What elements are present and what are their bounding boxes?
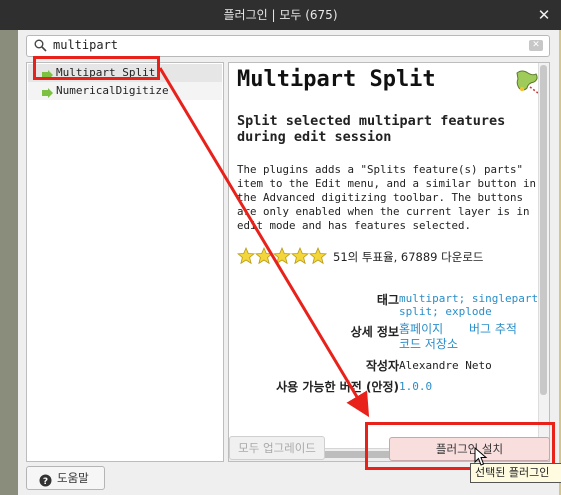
available-version-label: 사용 가능한 버전 (안정) bbox=[276, 380, 399, 394]
help-label: 도움말 bbox=[57, 471, 89, 485]
bug-tracker-link[interactable]: 버그 추적 bbox=[469, 322, 517, 337]
vertical-scroll-thumb[interactable] bbox=[540, 65, 547, 395]
plugin-label: NumericalDigitize bbox=[56, 84, 169, 97]
window-title: 플러그인 | 모두 (675) bbox=[223, 8, 338, 22]
close-icon[interactable]: ✕ bbox=[537, 0, 551, 30]
window-titlebar: 플러그인 | 모두 (675) ✕ bbox=[0, 0, 561, 30]
clear-search-icon[interactable]: ✕ bbox=[529, 40, 543, 51]
plugin-icon bbox=[42, 86, 53, 104]
vertical-scrollbar[interactable] bbox=[538, 63, 549, 449]
plugin-title: Multipart Split bbox=[237, 67, 436, 92]
help-icon: ? bbox=[39, 472, 52, 494]
upgrade-all-button[interactable]: 모두 업그레이드 bbox=[229, 436, 325, 460]
tags-value-line1[interactable]: multipart; singlepart; bbox=[399, 292, 545, 305]
code-repo-link[interactable]: 코드 저장소 bbox=[399, 337, 458, 352]
install-plugin-button[interactable]: 플러그인 설치 bbox=[389, 437, 550, 461]
search-icon bbox=[34, 39, 47, 55]
plugin-manager-window: multipart ✕ Multipart Split NumericalDig… bbox=[18, 30, 559, 495]
plugin-subtitle: Split selected multipart features during… bbox=[237, 113, 506, 145]
tags-value-line2[interactable]: split; explode bbox=[399, 305, 492, 318]
author-value: Alexandre Neto bbox=[399, 359, 492, 372]
plugin-detail-panel: Multipart Split Split selected multipart… bbox=[228, 62, 550, 462]
rating-stars bbox=[237, 247, 328, 265]
author-label: 작성자 bbox=[365, 359, 399, 373]
list-item-multipart-split[interactable]: Multipart Split bbox=[28, 64, 222, 82]
search-input[interactable]: multipart ✕ bbox=[26, 35, 550, 57]
plugin-description: The plugins adds a "Splits feature(s) pa… bbox=[237, 163, 537, 232]
background-map-left bbox=[0, 30, 18, 495]
more-info-label: 상세 정보 bbox=[350, 325, 399, 339]
plugin-label: Multipart Split bbox=[56, 66, 156, 79]
list-item-numericaldigitize[interactable]: NumericalDigitize bbox=[28, 82, 222, 100]
mouse-cursor-icon bbox=[474, 446, 488, 470]
tags-label: 태그 bbox=[376, 293, 399, 307]
available-version-value: 1.0.0 bbox=[399, 380, 433, 393]
svg-text:?: ? bbox=[43, 477, 48, 487]
help-button[interactable]: ? 도움말 bbox=[26, 466, 105, 490]
plugin-list: Multipart Split NumericalDigitize bbox=[26, 62, 224, 462]
homepage-link[interactable]: 홈페이지 bbox=[399, 322, 443, 337]
rating-votes: 51의 투표율, 67889 다운로드 bbox=[333, 250, 484, 264]
search-text[interactable]: multipart bbox=[53, 38, 118, 52]
plugin-logo-icon bbox=[514, 69, 540, 98]
